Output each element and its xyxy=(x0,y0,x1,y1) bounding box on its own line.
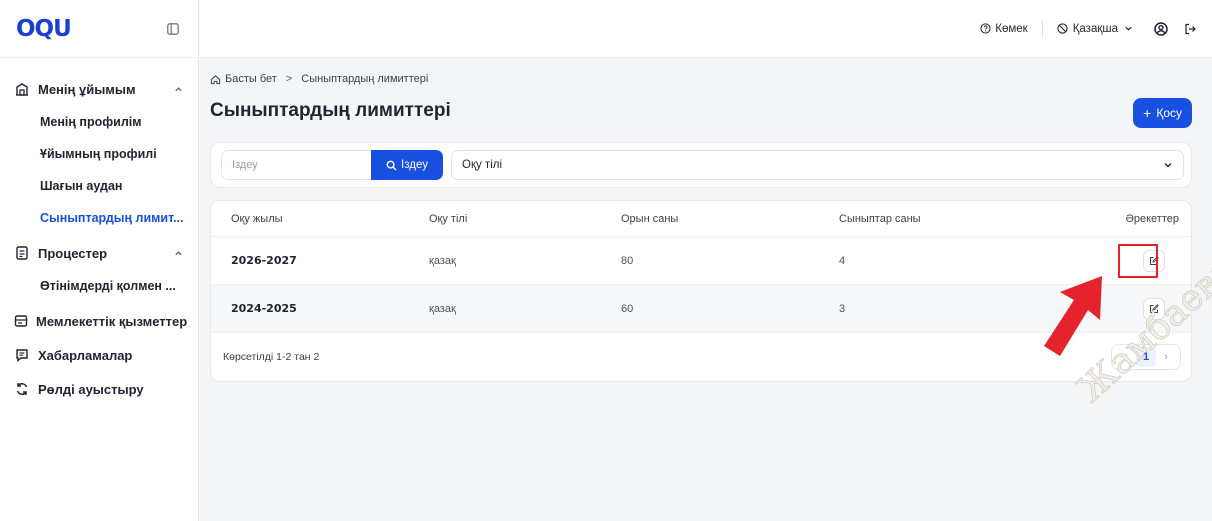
services-icon xyxy=(14,313,28,329)
language-filter-select[interactable]: Оқу тілі xyxy=(451,150,1184,180)
search-icon xyxy=(386,160,397,171)
app-logo[interactable]: OQU xyxy=(16,16,72,42)
header-divider xyxy=(1041,19,1043,38)
sidebar-group-label: Процестер xyxy=(38,245,108,261)
building-icon xyxy=(14,81,30,97)
sidebar-item-label: Мемлекеттік қызметтер xyxy=(36,313,188,329)
cell-seats: 80 xyxy=(621,254,634,267)
add-button-label: Қосу xyxy=(1156,106,1182,120)
sidebar-group-label: Менің ұйымым xyxy=(38,81,136,97)
logo-row: OQU xyxy=(0,0,198,58)
help-link[interactable]: Көмек xyxy=(979,22,1028,35)
breadcrumb-current: Сыныптардың лимиттері xyxy=(301,73,429,85)
sidebar-item-public-services[interactable]: Мемлекеттік қызметтер xyxy=(0,304,198,338)
sidebar-item-manual-applications[interactable]: Өтінімдерді қолмен ... xyxy=(0,270,198,302)
sidebar-nav: Менің ұйымым Менің профилім Ұйымның проф… xyxy=(0,58,198,406)
sidebar-item-label: Хабарламалар xyxy=(38,347,133,363)
user-profile-button[interactable] xyxy=(1154,21,1168,36)
cell-classes: 4 xyxy=(839,254,846,267)
top-header: Көмек Қазақша xyxy=(200,0,1212,58)
column-header-classes: Сыныптар саны xyxy=(839,212,921,225)
filter-bar: Іздеу Іздеу Оқу тілі xyxy=(210,142,1192,188)
sidebar-group-processes[interactable]: Процестер xyxy=(0,236,198,270)
breadcrumb: Басты бет > Сыныптардың лимиттері xyxy=(210,72,1192,86)
search-input[interactable]: Іздеу xyxy=(221,150,371,180)
language-label: Қазақша xyxy=(1072,22,1118,35)
language-filter-placeholder: Оқу тілі xyxy=(462,159,503,171)
breadcrumb-separator: > xyxy=(285,73,293,85)
sidebar-item-label: Рөлді ауыстыру xyxy=(38,381,144,397)
add-button[interactable]: + Қосу xyxy=(1133,98,1192,128)
column-header-year: Оқу жылы xyxy=(231,212,283,225)
home-icon xyxy=(210,74,221,85)
sidebar-item-switch-role[interactable]: Рөлді ауыстыру xyxy=(0,372,198,406)
cell-language: қазақ xyxy=(429,302,456,315)
help-label: Көмек xyxy=(995,22,1028,35)
chevron-up-icon xyxy=(172,83,184,95)
search-button-label: Іздеу xyxy=(401,159,428,171)
user-circle-icon xyxy=(1154,21,1168,36)
language-selector[interactable]: Қазақша xyxy=(1057,23,1134,35)
sidebar-item-class-limits[interactable]: Сыныптардың лимит... xyxy=(0,202,198,234)
sidebar-item-microdistrict[interactable]: Шағын аудан xyxy=(0,170,198,202)
column-header-actions: Әрекеттер xyxy=(1125,212,1179,225)
pagination-summary: Көрсетілді 1-2 тан 2 xyxy=(223,351,320,363)
sidebar-item-messages[interactable]: Хабарламалар xyxy=(0,338,198,372)
search-button[interactable]: Іздеу xyxy=(371,150,443,180)
sidebar-group-my-organization[interactable]: Менің ұйымым xyxy=(0,72,198,106)
column-header-seats: Орын саны xyxy=(621,212,679,225)
cell-year: 2026-2027 xyxy=(231,254,297,267)
help-circle-icon xyxy=(979,23,991,35)
logout-button[interactable] xyxy=(1184,23,1196,35)
breadcrumb-home[interactable]: Басты бет xyxy=(210,73,277,85)
cell-language: қазақ xyxy=(429,254,456,267)
sidebar-item-my-profile[interactable]: Менің профилім xyxy=(0,106,198,138)
chevron-down-icon xyxy=(1122,23,1134,35)
breadcrumb-home-label: Басты бет xyxy=(225,73,277,85)
plus-icon: + xyxy=(1143,105,1152,121)
document-icon xyxy=(14,245,30,261)
table-header: Оқу жылы Оқу тілі Орын саны Сыныптар сан… xyxy=(211,201,1191,237)
switch-icon xyxy=(14,381,30,397)
sidebar: OQU Менің ұйымым Менің профилім Ұйымның … xyxy=(0,0,199,521)
cell-year: 2024-2025 xyxy=(231,302,297,315)
sidebar-collapse-icon[interactable] xyxy=(166,22,180,36)
chevron-down-icon xyxy=(1163,160,1173,170)
message-icon xyxy=(14,347,30,363)
cell-seats: 60 xyxy=(621,302,634,315)
column-header-language: Оқу тілі xyxy=(429,212,468,225)
page-title: Сыныптардың лимиттері xyxy=(210,100,451,121)
annotation-arrow-icon xyxy=(1044,276,1102,356)
sidebar-item-organization-profile[interactable]: Ұйымның профилі xyxy=(0,138,198,170)
chevron-up-icon xyxy=(172,247,184,259)
logout-icon xyxy=(1184,23,1196,35)
highlight-box xyxy=(1118,244,1158,278)
globe-icon xyxy=(1057,23,1069,35)
